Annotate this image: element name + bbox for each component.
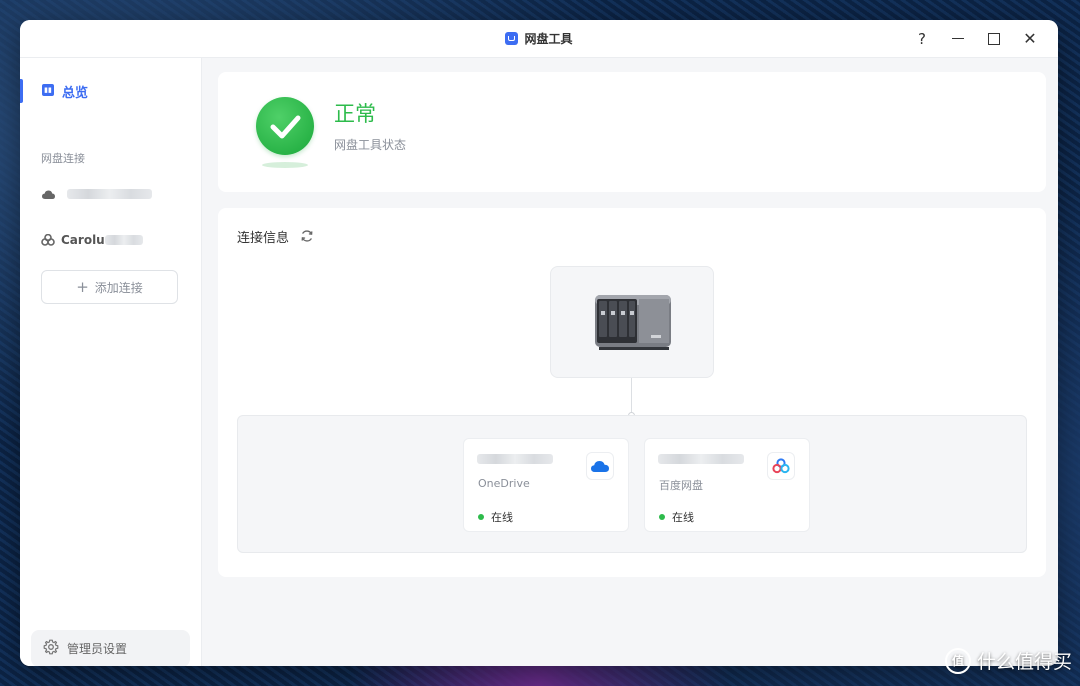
active-indicator: [20, 79, 23, 103]
drive-provider: OneDrive: [478, 477, 530, 490]
drive-status: 在线: [659, 509, 694, 525]
nas-device-icon: [593, 291, 675, 357]
add-connection-label: 添加连接: [94, 280, 143, 295]
check-icon: [256, 97, 314, 155]
refresh-icon[interactable]: [300, 228, 314, 242]
dashboard-icon: ▮▮: [42, 84, 54, 96]
connection-info-card: 连接信息 OneDrive 在线 百度网盘 在线: [218, 208, 1046, 577]
title-center: 网盘工具: [20, 20, 1058, 57]
title-bar: 网盘工具 ? ✕: [20, 20, 1058, 58]
cloud-icon: [41, 187, 55, 201]
sidebar-item-connection-2[interactable]: Carolu: [41, 230, 143, 250]
drive-card-onedrive[interactable]: OneDrive 在线: [463, 438, 629, 532]
connector-line: [631, 378, 632, 416]
minimize-icon: [952, 37, 964, 40]
main-content: 正常 网盘工具状态 连接信息 OneDrive 在线 百度网盘 在线: [202, 58, 1058, 666]
plus-icon: +: [76, 278, 89, 296]
admin-settings-button[interactable]: 管理员设置: [31, 630, 190, 666]
app-logo-icon: [505, 32, 519, 45]
online-dot: [478, 514, 484, 520]
watermark: 值 什么值得买: [944, 647, 1072, 674]
drive-status-label: 在线: [672, 511, 694, 524]
watermark-logo: 值: [944, 647, 971, 674]
drive-status-label: 在线: [491, 511, 513, 524]
redacted-name: [67, 189, 152, 199]
drives-area: OneDrive 在线 百度网盘 在线: [237, 415, 1027, 553]
drive-status: 在线: [478, 509, 513, 525]
sidebar: ▮▮ 总览 网盘连接 Carolu + 添加连接 管理员设置: [20, 58, 202, 666]
watermark-text: 什么值得买: [976, 651, 1072, 673]
status-title: 正常: [334, 102, 376, 126]
section-label: 网盘连接: [41, 152, 85, 165]
gear-icon: [43, 639, 59, 658]
maximize-icon: [988, 32, 1000, 45]
status-shadow: [262, 162, 308, 168]
drive-provider: 百度网盘: [659, 479, 703, 492]
add-connection-button[interactable]: + 添加连接: [41, 270, 178, 304]
help-button[interactable]: ?: [904, 20, 940, 57]
baidu-netdisk-icon: [767, 452, 795, 480]
online-dot: [659, 514, 665, 520]
redacted-name: [104, 235, 143, 245]
drive-card-baidu[interactable]: 百度网盘 在线: [644, 438, 810, 532]
app-title: 网盘工具: [524, 32, 573, 46]
nas-device-card: [550, 266, 714, 378]
connection-label: Carolu: [61, 233, 105, 247]
minimize-button[interactable]: [940, 20, 976, 57]
baidu-cloud-icon: [41, 233, 55, 247]
redacted-account-name: [658, 454, 744, 464]
connection-info-title: 连接信息: [237, 231, 290, 246]
redacted-account-name: [477, 454, 553, 464]
maximize-button[interactable]: [976, 20, 1012, 57]
app-window: 网盘工具 ? ✕ ▮▮ 总览 网盘连接 Carolu + 添加连接 管理员设置 …: [20, 20, 1058, 666]
admin-settings-label: 管理员设置: [67, 642, 128, 656]
window-controls: ? ✕: [904, 20, 1048, 57]
onedrive-icon: [586, 452, 614, 480]
sidebar-item-label: 总览: [62, 86, 89, 101]
sidebar-item-connection-1[interactable]: [41, 184, 152, 204]
status-subtitle: 网盘工具状态: [334, 138, 407, 152]
sidebar-item-overview[interactable]: ▮▮ 总览: [20, 79, 201, 103]
close-button[interactable]: ✕: [1012, 20, 1048, 57]
status-card: 正常 网盘工具状态: [218, 72, 1046, 192]
